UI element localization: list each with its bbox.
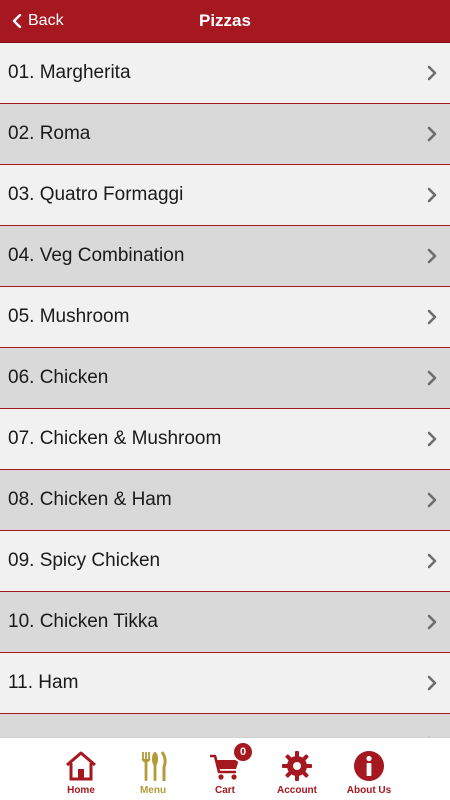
- back-button[interactable]: Back: [12, 0, 64, 42]
- menu-item-label: 06. Chicken: [8, 367, 109, 388]
- home-icon: [64, 749, 98, 783]
- nav-header: Back Pizzas: [0, 0, 450, 43]
- tab-about[interactable]: About Us: [333, 738, 405, 800]
- tab-bar: Home Menu 0 Cart Account About Us: [0, 737, 450, 800]
- menu-item[interactable]: 07. Chicken & Mushroom: [0, 409, 450, 470]
- menu-item[interactable]: 09. Spicy Chicken: [0, 531, 450, 592]
- tab-account[interactable]: Account: [261, 738, 333, 800]
- tab-account-label: Account: [277, 785, 317, 796]
- menu-item-label: 03. Quatro Formaggi: [8, 184, 184, 205]
- menu-item[interactable]: 08. Chicken & Ham: [0, 470, 450, 531]
- info-icon: [352, 749, 386, 783]
- chevron-right-icon: [426, 370, 438, 386]
- chevron-right-icon: [426, 126, 438, 142]
- menu-item[interactable]: 06. Chicken: [0, 348, 450, 409]
- chevron-right-icon: [426, 614, 438, 630]
- tab-cart[interactable]: 0 Cart: [189, 738, 261, 800]
- menu-item-label: 10. Chicken Tikka: [8, 611, 158, 632]
- menu-item-label: 04. Veg Combination: [8, 245, 185, 266]
- tab-home[interactable]: Home: [45, 738, 117, 800]
- menu-item-label: 09. Spicy Chicken: [8, 550, 161, 571]
- tab-about-label: About Us: [346, 785, 392, 796]
- gear-icon: [280, 749, 314, 783]
- chevron-right-icon: [426, 675, 438, 691]
- menu-item-label: 07. Chicken & Mushroom: [8, 428, 222, 449]
- menu-item-label: 08. Chicken & Ham: [8, 489, 172, 510]
- menu-item[interactable]: 02. Roma: [0, 104, 450, 165]
- menu-item[interactable]: 11. Ham: [0, 653, 450, 714]
- menu-item[interactable]: 01. Margherita: [0, 43, 450, 104]
- tab-home-label: Home: [67, 785, 95, 796]
- menu-item[interactable]: 05. Mushroom: [0, 287, 450, 348]
- back-label: Back: [28, 12, 64, 29]
- chevron-left-icon: [12, 14, 22, 28]
- menu-item[interactable]: 04. Veg Combination: [0, 226, 450, 287]
- menu-item[interactable]: [0, 714, 450, 737]
- menu-item-label: 05. Mushroom: [8, 306, 130, 327]
- tab-cart-label: Cart: [214, 785, 235, 796]
- page-title: Pizzas: [199, 11, 251, 30]
- chevron-right-icon: [426, 248, 438, 264]
- cart-icon: 0: [208, 741, 254, 783]
- tab-menu-label: Menu: [139, 785, 167, 796]
- cart-count-badge: 0: [232, 741, 254, 763]
- chevron-right-icon: [426, 492, 438, 508]
- chevron-right-icon: [426, 187, 438, 203]
- menu-item-label: 11. Ham: [8, 672, 79, 693]
- menu-item[interactable]: 03. Quatro Formaggi: [0, 165, 450, 226]
- chevron-right-icon: [426, 65, 438, 81]
- chevron-right-icon: [426, 553, 438, 569]
- menu-item[interactable]: 10. Chicken Tikka: [0, 592, 450, 653]
- chevron-right-icon: [426, 431, 438, 447]
- chevron-right-icon: [426, 309, 438, 325]
- menu-item-label: 02. Roma: [8, 123, 91, 144]
- tab-menu[interactable]: Menu: [117, 738, 189, 800]
- menu-item-label: 01. Margherita: [8, 62, 131, 83]
- cutlery-icon: [136, 749, 170, 783]
- menu-list: 01. Margherita 02. Roma 03. Quatro Formagg…: [0, 43, 450, 737]
